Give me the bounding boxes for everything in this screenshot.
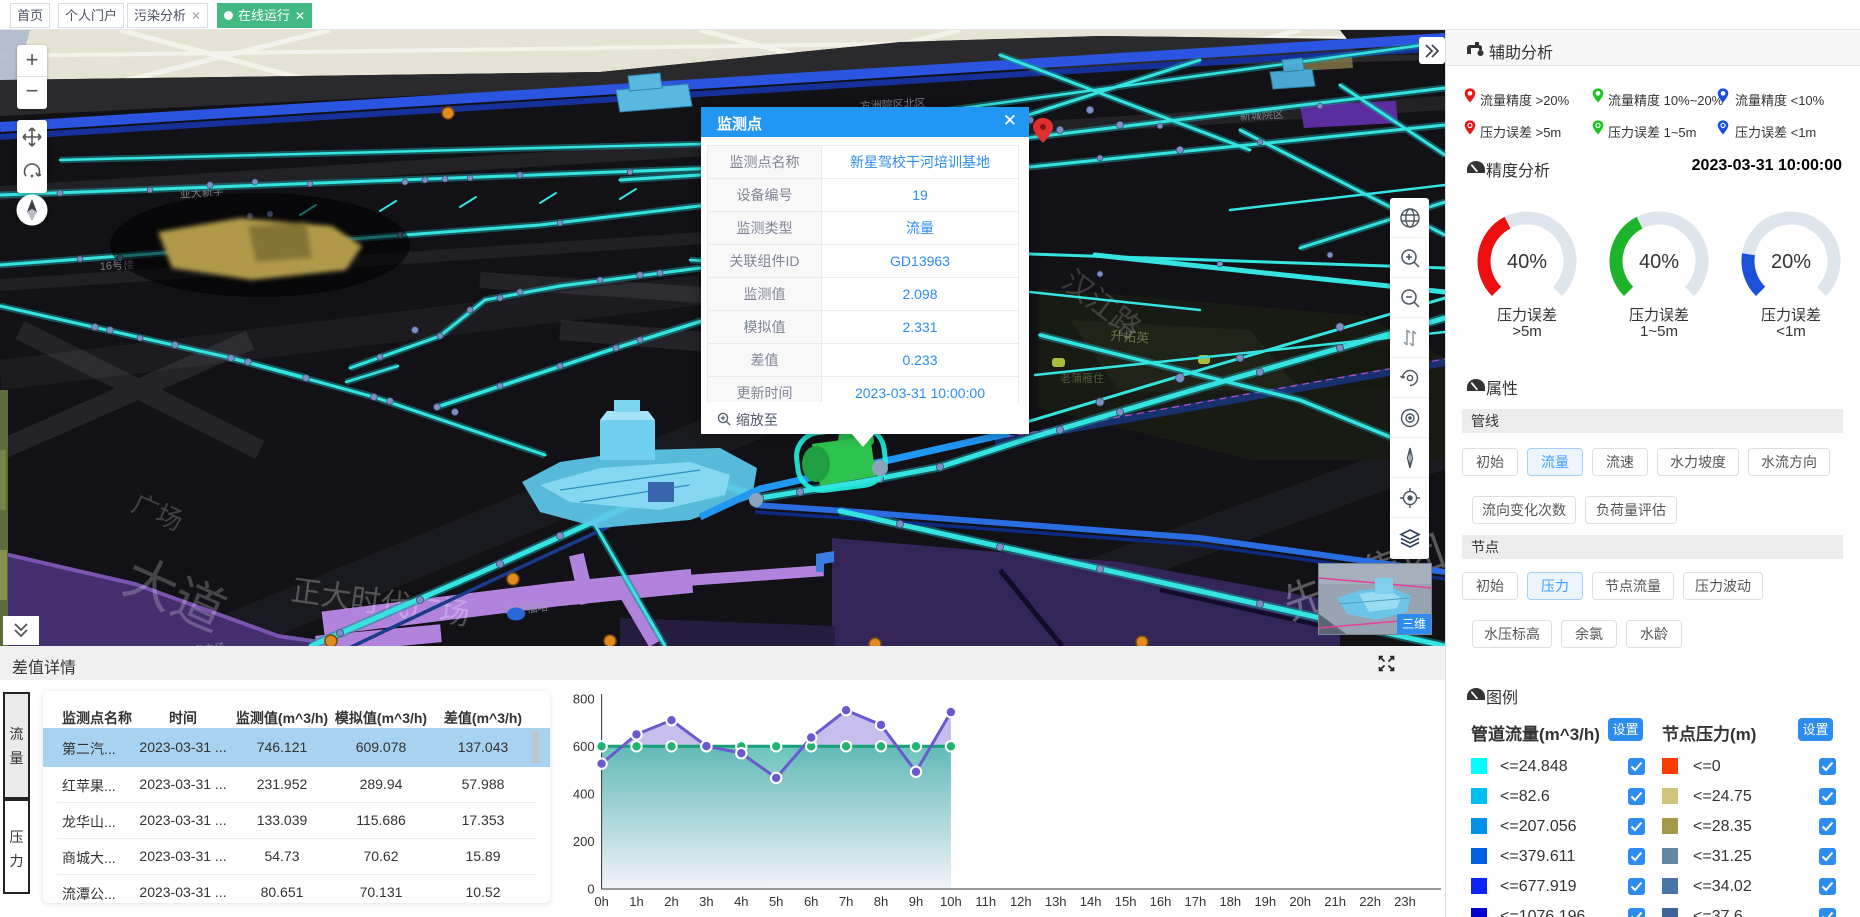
svg-text:23h: 23h [1394, 894, 1416, 909]
svg-text:老蒲雁住: 老蒲雁住 [1060, 371, 1104, 385]
svg-text:2h: 2h [664, 894, 678, 909]
svg-text:4h: 4h [734, 894, 748, 909]
svg-text:16h: 16h [1150, 894, 1172, 909]
svg-text:200: 200 [573, 834, 595, 849]
svg-text:11h: 11h [975, 894, 996, 909]
svg-text:3h: 3h [699, 894, 713, 909]
svg-text:7h: 7h [839, 894, 853, 909]
svg-text:14h: 14h [1080, 894, 1102, 909]
svg-text:600: 600 [573, 739, 595, 754]
svg-text:400: 400 [573, 786, 595, 801]
svg-text:9h: 9h [909, 894, 923, 909]
svg-text:800: 800 [573, 691, 595, 706]
svg-text:15h: 15h [1115, 894, 1137, 909]
svg-text:19h: 19h [1254, 894, 1276, 909]
svg-text:13h: 13h [1045, 894, 1067, 909]
svg-text:8h: 8h [874, 894, 888, 909]
svg-text:18h: 18h [1219, 894, 1241, 909]
svg-text:5h: 5h [769, 894, 783, 909]
svg-text:20h: 20h [1289, 894, 1311, 909]
svg-text:22h: 22h [1359, 894, 1381, 909]
svg-text:10h: 10h [940, 894, 962, 909]
svg-text:1h: 1h [629, 894, 643, 909]
svg-text:21h: 21h [1324, 894, 1346, 909]
svg-text:6h: 6h [804, 894, 818, 909]
svg-text:0h: 0h [594, 894, 608, 909]
svg-text:12h: 12h [1010, 894, 1032, 909]
svg-text:17h: 17h [1185, 894, 1207, 909]
